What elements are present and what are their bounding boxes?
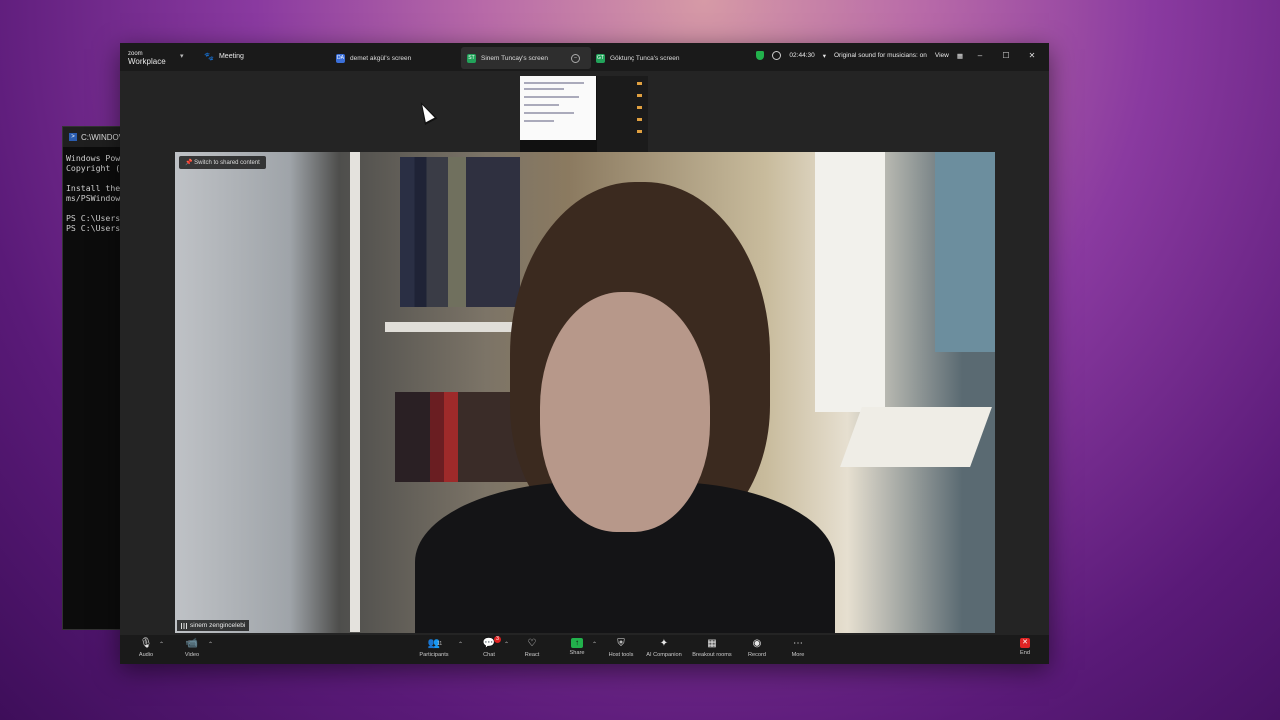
zoom-titlebar: zoom Workplace ▾ 🐾 Meeting DA demet akgü… bbox=[120, 43, 1049, 71]
zoom-meeting-window: zoom Workplace ▾ 🐾 Meeting DA demet akgü… bbox=[120, 43, 1049, 664]
grid-icon: ▦ bbox=[707, 638, 717, 649]
breakout-rooms-button[interactable]: ▦ Breakout rooms bbox=[690, 638, 734, 658]
shield-icon: ⛨ bbox=[617, 638, 625, 649]
terminal-icon: > bbox=[69, 133, 77, 141]
end-icon: ✕ bbox=[1020, 638, 1030, 648]
meeting-timer: 02:44:30 bbox=[789, 52, 815, 59]
chevron-down-icon[interactable]: ▾ bbox=[180, 52, 184, 60]
ellipsis-icon: ⋯ bbox=[793, 638, 803, 649]
tab-goktunc-screen[interactable]: GT Göktunç Tunca's screen bbox=[590, 47, 686, 69]
avatar: GT bbox=[596, 53, 605, 63]
tab-sinem-screen[interactable]: ST Sinem Tuncay's screen – bbox=[461, 47, 591, 69]
encryption-shield-icon[interactable] bbox=[756, 51, 765, 60]
record-button[interactable]: ◉ Record bbox=[735, 638, 779, 658]
grid-icon: ▦ bbox=[956, 52, 963, 60]
chat-badge: 3 bbox=[494, 636, 501, 643]
meeting-toolbar: 🎙 Audio ⌃ 📹 Video ⌃ 👥 11 Participants ⌃ … bbox=[120, 635, 1049, 664]
participant-face bbox=[540, 292, 710, 532]
chevron-up-icon[interactable]: ⌃ bbox=[208, 641, 213, 648]
meeting-tab[interactable]: 🐾 Meeting bbox=[204, 52, 244, 61]
camera-icon: 📹 bbox=[185, 638, 199, 649]
speaker-video[interactable]: 📌 Switch to shared content sinem zenginc… bbox=[175, 152, 995, 633]
minimize-icon[interactable]: – bbox=[971, 51, 989, 60]
ai-companion-button[interactable]: ✦ AI Companion bbox=[642, 638, 686, 658]
switch-to-shared-content-button[interactable]: 📌 Switch to shared content bbox=[179, 156, 266, 169]
terminal-title: C:\WINDOV bbox=[81, 132, 125, 142]
paw-icon: 🐾 bbox=[204, 52, 214, 61]
participants-button[interactable]: 👥 11 Participants bbox=[412, 638, 456, 658]
record-icon: ◉ bbox=[752, 638, 762, 649]
more-button[interactable]: ⋯ More bbox=[776, 638, 820, 658]
close-icon[interactable]: ✕ bbox=[1023, 51, 1041, 60]
host-tools-button[interactable]: ⛨ Host tools bbox=[599, 638, 643, 658]
chevron-up-icon[interactable]: ⌃ bbox=[592, 641, 597, 648]
thumbnail-document bbox=[520, 76, 596, 140]
signal-icon bbox=[181, 622, 187, 629]
share-arrow-icon: ↑ bbox=[571, 638, 583, 648]
chevron-up-icon[interactable]: ⌃ bbox=[159, 641, 164, 648]
react-button[interactable]: ♡ React bbox=[510, 638, 554, 658]
participant-name-label: sinem zengincelebi bbox=[177, 620, 250, 631]
view-button[interactable]: View bbox=[935, 52, 949, 59]
title-right-controls: 02:44:30 ▾ Original sound for musicians:… bbox=[756, 51, 1041, 60]
zoom-workplace-logo[interactable]: zoom Workplace bbox=[128, 50, 166, 66]
sparkle-icon: ✦ bbox=[659, 638, 669, 649]
chevron-up-icon[interactable]: ⌃ bbox=[458, 641, 463, 648]
microphone-icon: 🎙 bbox=[139, 638, 153, 649]
tab-demet-screen[interactable]: DA demet akgül's screen bbox=[330, 47, 417, 69]
clock-icon bbox=[772, 51, 782, 60]
avatar: ST bbox=[467, 53, 476, 63]
chevron-up-icon[interactable]: ⌃ bbox=[504, 641, 509, 648]
thumbnail-gallery bbox=[597, 76, 648, 152]
shared-screen-thumbnail[interactable] bbox=[520, 76, 648, 152]
end-meeting-button[interactable]: ✕ End bbox=[1003, 638, 1047, 656]
chevron-down-icon[interactable]: ▾ bbox=[823, 52, 826, 60]
avatar: DA bbox=[336, 53, 345, 63]
maximize-icon[interactable]: ☐ bbox=[997, 51, 1015, 60]
original-sound-toggle[interactable]: Original sound for musicians: on bbox=[834, 52, 927, 59]
heart-icon: ♡ bbox=[527, 638, 537, 649]
more-options-icon[interactable]: – bbox=[571, 53, 580, 63]
